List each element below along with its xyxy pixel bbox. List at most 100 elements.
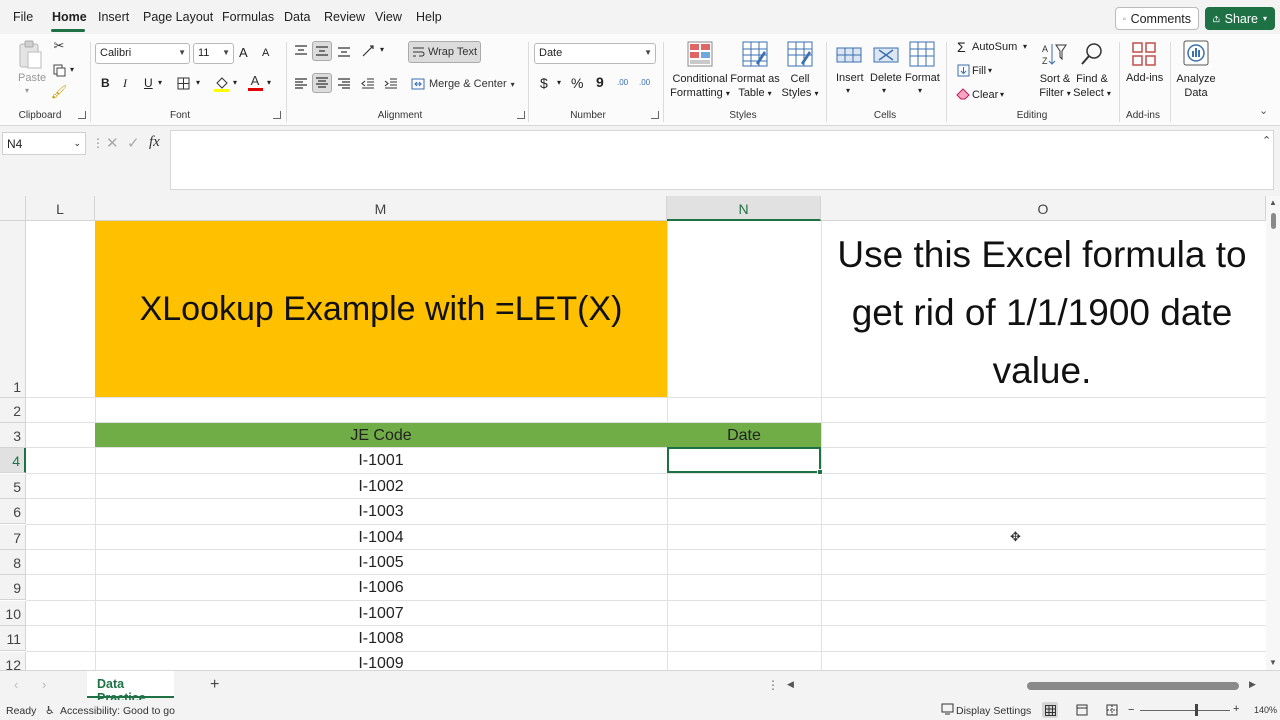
- column-header-m[interactable]: M: [95, 196, 667, 221]
- cut-icon[interactable]: ✂: [52, 38, 66, 53]
- number-launcher[interactable]: [651, 111, 659, 119]
- autosum-label[interactable]: AutoSum: [972, 41, 1017, 53]
- borders-icon[interactable]: [176, 76, 190, 90]
- tab-file[interactable]: File: [13, 10, 33, 24]
- worksheet-grid[interactable]: L M N O 1 2 3 4 5 6 7 8 9 10 11 12 XLook…: [0, 196, 1280, 670]
- sort-filter-icon[interactable]: AZ: [1040, 40, 1068, 68]
- insert-cells-icon[interactable]: [835, 42, 863, 68]
- scroll-down-icon[interactable]: ▼: [1269, 658, 1277, 667]
- je-code-cell[interactable]: I-1007: [95, 605, 667, 623]
- align-top-icon[interactable]: [293, 43, 309, 59]
- note-cell[interactable]: Use this Excel formula to get rid of 1/1…: [822, 226, 1262, 396]
- underline-button[interactable]: U: [144, 76, 153, 90]
- row-header-10[interactable]: 10: [0, 601, 26, 626]
- shrink-font-button[interactable]: A: [262, 47, 269, 59]
- alignment-launcher[interactable]: [517, 111, 525, 119]
- column-header-o[interactable]: O: [821, 196, 1266, 221]
- align-left-icon[interactable]: [293, 76, 309, 92]
- collapse-ribbon-icon[interactable]: ⌄: [1259, 104, 1268, 117]
- analyze-data-button[interactable]: Analyze Data: [1172, 72, 1220, 100]
- next-sheet-icon[interactable]: ›: [42, 677, 46, 692]
- italic-button[interactable]: I: [123, 76, 127, 91]
- selected-cell-n4[interactable]: [667, 447, 821, 473]
- decrease-decimal-button[interactable]: .00: [639, 78, 650, 87]
- paste-icon[interactable]: [16, 40, 44, 70]
- find-select-icon[interactable]: [1078, 40, 1106, 68]
- collapse-formula-bar-icon[interactable]: ⌃: [1262, 134, 1271, 147]
- copy-icon[interactable]: [52, 63, 66, 77]
- autosum-icon[interactable]: Σ: [957, 39, 966, 55]
- formula-input[interactable]: [170, 130, 1274, 190]
- tab-page-layout[interactable]: Page Layout: [143, 10, 213, 24]
- row-header-2[interactable]: 2: [0, 398, 26, 423]
- grow-font-button[interactable]: A: [239, 45, 248, 60]
- font-name-select[interactable]: Calibri ▼: [95, 43, 190, 64]
- comma-style-button[interactable]: 9: [596, 74, 604, 90]
- analyze-data-icon[interactable]: [1181, 38, 1211, 68]
- wrap-text-button[interactable]: Wrap Text: [408, 41, 481, 63]
- je-code-cell[interactable]: I-1001: [95, 452, 667, 470]
- normal-view-icon[interactable]: [1042, 702, 1058, 718]
- je-code-cell[interactable]: I-1005: [95, 554, 667, 572]
- cancel-icon[interactable]: ✕: [106, 134, 119, 152]
- more-options-icon[interactable]: ⋮: [767, 678, 779, 692]
- format-cells-icon[interactable]: [908, 40, 936, 68]
- row-header-3[interactable]: 3: [0, 423, 26, 448]
- zoom-slider-thumb[interactable]: [1195, 704, 1198, 716]
- row-header-5[interactable]: 5: [0, 474, 26, 499]
- clipboard-launcher[interactable]: [78, 111, 86, 119]
- clear-icon[interactable]: [956, 87, 970, 101]
- tab-view[interactable]: View: [375, 10, 402, 24]
- bold-button[interactable]: B: [101, 76, 110, 90]
- page-layout-view-icon[interactable]: [1076, 704, 1088, 719]
- scroll-right-icon[interactable]: ▶: [1249, 679, 1256, 690]
- display-settings-button[interactable]: Display Settings: [956, 705, 1031, 717]
- fill-icon[interactable]: [956, 63, 970, 77]
- name-box[interactable]: N4 ⌄: [2, 132, 86, 155]
- increase-indent-icon[interactable]: [383, 76, 399, 92]
- row-header-12[interactable]: 12: [0, 652, 26, 670]
- share-button[interactable]: Share ▾: [1205, 7, 1275, 30]
- row-header-11[interactable]: 11: [0, 626, 26, 651]
- decrease-indent-icon[interactable]: [360, 76, 376, 92]
- je-code-cell[interactable]: I-1009: [95, 655, 667, 670]
- scroll-up-icon[interactable]: ▲: [1269, 198, 1277, 207]
- tab-formulas[interactable]: Formulas: [222, 10, 274, 24]
- enter-icon[interactable]: ✓: [127, 134, 140, 152]
- accessibility-status[interactable]: Accessibility: Good to go: [60, 705, 175, 717]
- number-format-select[interactable]: Date ▼: [534, 43, 656, 64]
- je-code-cell[interactable]: I-1002: [95, 478, 667, 496]
- currency-button[interactable]: $: [540, 75, 548, 91]
- row-header-7[interactable]: 7: [0, 525, 26, 550]
- add-sheet-button[interactable]: +: [210, 676, 219, 694]
- comments-button[interactable]: Comments: [1115, 7, 1199, 30]
- format-cells-label[interactable]: Format: [905, 72, 940, 84]
- format-as-table-icon[interactable]: [741, 40, 769, 68]
- fill-handle[interactable]: [817, 469, 823, 475]
- clear-label[interactable]: Clear: [972, 89, 998, 101]
- orientation-icon[interactable]: [360, 42, 378, 60]
- font-launcher[interactable]: [273, 111, 281, 119]
- zoom-out-icon[interactable]: −: [1128, 704, 1134, 716]
- align-right-icon[interactable]: [336, 76, 352, 92]
- je-code-cell[interactable]: I-1003: [95, 503, 667, 521]
- increase-decimal-button[interactable]: .00: [617, 78, 628, 87]
- format-as-table-button[interactable]: Format as Table ▾: [728, 72, 782, 101]
- font-size-select[interactable]: 11 ▼: [193, 43, 234, 64]
- column-header-l[interactable]: L: [26, 196, 95, 221]
- select-all-corner[interactable]: [0, 196, 26, 221]
- tab-data[interactable]: Data: [284, 10, 310, 24]
- merge-center-button[interactable]: Merge & Center ▾: [411, 75, 519, 93]
- title-cell[interactable]: XLookup Example with =LET(X): [95, 221, 667, 397]
- delete-cells-label[interactable]: Delete: [870, 72, 902, 84]
- zoom-slider[interactable]: [1140, 710, 1230, 711]
- vertical-scrollbar[interactable]: ▲ ▼: [1266, 196, 1280, 670]
- percent-button[interactable]: %: [571, 75, 583, 91]
- je-code-cell[interactable]: I-1004: [95, 529, 667, 547]
- row-header-1[interactable]: 1: [0, 221, 26, 398]
- insert-function-button[interactable]: fx: [149, 134, 160, 151]
- delete-cells-icon[interactable]: [872, 42, 900, 68]
- align-center-icon[interactable]: [312, 73, 332, 93]
- tab-review[interactable]: Review: [324, 10, 365, 24]
- fill-label[interactable]: Fill: [972, 65, 986, 77]
